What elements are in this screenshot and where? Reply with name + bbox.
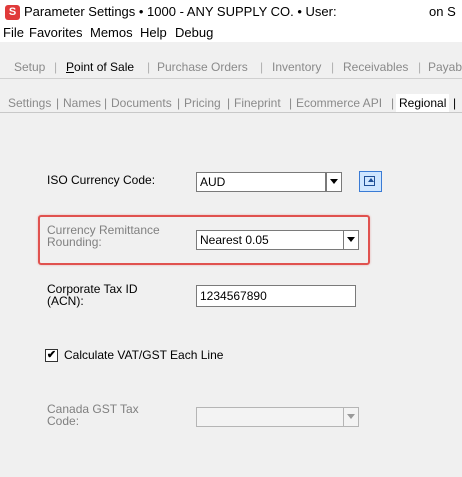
tab-point-of-sale[interactable]: Point of Sale xyxy=(66,58,134,76)
tab-separator: | xyxy=(418,60,422,74)
subtab-settings[interactable]: Settings xyxy=(8,94,51,112)
tab-separator: | xyxy=(104,96,108,110)
tax-id-label-line2: (ACN): xyxy=(47,294,84,308)
tab-separator: | xyxy=(331,60,335,74)
rounding-select[interactable]: Nearest 0.05 xyxy=(196,230,344,250)
menu-debug[interactable]: Debug xyxy=(175,24,213,42)
iso-currency-label: ISO Currency Code: xyxy=(47,173,156,187)
rounding-label-line2: Rounding: xyxy=(47,235,102,249)
tab-separator: | xyxy=(260,60,264,74)
window-title-overflow: on S xyxy=(429,4,456,19)
tab-separator: | xyxy=(56,96,60,110)
iso-currency-select[interactable]: AUD xyxy=(196,172,326,192)
sub-tabs: Settings | Names | Documents | Pricing |… xyxy=(0,94,462,112)
subtab-fineprint[interactable]: Fineprint xyxy=(234,94,281,112)
menu-file[interactable]: File xyxy=(3,24,24,42)
sub-tabs-divider xyxy=(0,112,462,113)
tab-payables[interactable]: Payab xyxy=(428,58,462,76)
vat-checkbox[interactable]: ✔ xyxy=(45,349,58,362)
tab-separator: | xyxy=(391,96,395,110)
tab-receivables[interactable]: Receivables xyxy=(343,58,408,76)
tab-purchase-orders[interactable]: Purchase Orders xyxy=(157,58,248,76)
menu-favorites[interactable]: Favorites xyxy=(29,24,82,42)
arrow-up-icon xyxy=(368,178,374,182)
currency-lookup-button[interactable] xyxy=(359,171,382,192)
tab-setup[interactable]: Setup xyxy=(14,58,45,76)
canada-gst-label-line2: Code: xyxy=(47,414,80,428)
rounding-dropdown-button[interactable] xyxy=(343,230,359,250)
tab-separator: | xyxy=(54,60,58,74)
subtab-names[interactable]: Names xyxy=(63,94,101,112)
window-title: Parameter Settings • 1000 - ANY SUPPLY C… xyxy=(24,4,337,19)
subtab-documents[interactable]: Documents xyxy=(111,94,172,112)
chevron-down-icon xyxy=(330,179,338,184)
chevron-down-icon xyxy=(347,414,355,419)
main-tabs: Setup | Point of Sale | Purchase Orders … xyxy=(0,58,462,78)
iso-currency-dropdown-button[interactable] xyxy=(326,172,342,192)
tax-id-input[interactable]: 1234567890 xyxy=(196,285,356,307)
subtab-pricing[interactable]: Pricing xyxy=(184,94,221,112)
menu-help[interactable]: Help xyxy=(140,24,167,42)
app-logo-icon: S xyxy=(5,5,20,20)
tab-separator: | xyxy=(147,60,151,74)
tab-separator: | xyxy=(289,96,293,110)
title-bar: S Parameter Settings • 1000 - ANY SUPPLY… xyxy=(0,0,462,24)
tab-separator: | xyxy=(227,96,231,110)
menu-bar: File Favorites Memos Help Debug xyxy=(0,24,462,42)
menu-memos[interactable]: Memos xyxy=(90,24,133,42)
subtab-ecommerce-api[interactable]: Ecommerce API xyxy=(296,94,382,112)
chevron-down-icon xyxy=(347,237,355,242)
vat-checkbox-label[interactable]: Calculate VAT/GST Each Line xyxy=(64,349,223,362)
tab-inventory[interactable]: Inventory xyxy=(272,58,321,76)
subtab-regional[interactable]: Regional xyxy=(396,94,450,112)
canada-gst-select[interactable] xyxy=(196,407,344,427)
canada-gst-dropdown-button[interactable] xyxy=(343,407,359,427)
tab-separator: | xyxy=(177,96,181,110)
tab-separator: | xyxy=(453,96,457,110)
